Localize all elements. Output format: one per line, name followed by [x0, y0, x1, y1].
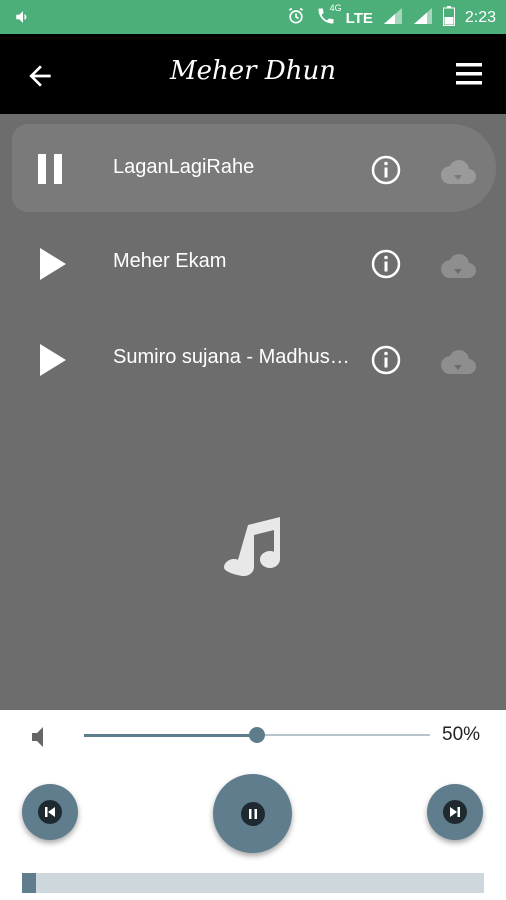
clock: 2:23	[464, 9, 496, 26]
track-title: LaganLagiRahe	[113, 156, 255, 178]
next-button[interactable]	[427, 784, 483, 840]
app-title: Meher Dhun	[170, 56, 336, 86]
track-list: LaganLagiRahe Meher Ekam Sumiro sujana -…	[0, 114, 506, 709]
track-progress-bar[interactable]	[22, 873, 484, 893]
cloud-download-icon	[441, 254, 476, 278]
play-icon	[40, 344, 66, 376]
track-title: Meher Ekam	[113, 250, 227, 272]
volume-status-icon	[14, 11, 32, 30]
skip-previous-icon	[38, 800, 62, 824]
volume-thumb[interactable]	[249, 727, 265, 743]
download-button[interactable]	[440, 348, 476, 374]
play-button[interactable]	[28, 338, 72, 382]
skip-next-icon	[443, 800, 467, 824]
cloud-download-icon	[441, 350, 476, 374]
info-icon	[371, 345, 401, 375]
play-button[interactable]	[28, 242, 72, 286]
track-row-meher-ekam[interactable]: Meher Ekam	[0, 218, 506, 306]
lte-label: LTE	[345, 9, 373, 27]
volume-slider[interactable]	[84, 727, 430, 743]
previous-button[interactable]	[22, 784, 78, 840]
track-info-button[interactable]	[370, 154, 402, 186]
info-icon	[371, 249, 401, 279]
status-bar: 4G LTE 2:23	[0, 0, 506, 34]
player-panel: 50%	[0, 710, 506, 900]
track-row-sumiro-sujana[interactable]: Sumiro sujana - Madhusudan Ji	[0, 314, 506, 402]
download-button[interactable]	[440, 252, 476, 278]
track-progress-fill	[22, 873, 36, 893]
call-icon: 4G	[316, 3, 342, 30]
volume-fill	[84, 734, 257, 737]
track-title: Sumiro sujana - Madhusudan Ji	[113, 346, 358, 368]
track-row-lagan-lagi-rahe[interactable]: LaganLagiRahe	[12, 124, 496, 212]
play-icon	[40, 248, 66, 280]
alarm-icon	[286, 6, 306, 30]
hamburger-menu-icon	[456, 63, 482, 85]
signal-icon	[383, 7, 403, 29]
info-icon	[371, 155, 401, 185]
app-bar: Meher Dhun	[0, 34, 506, 114]
menu-button[interactable]	[454, 60, 484, 88]
music-note-icon	[224, 517, 280, 577]
pause-button[interactable]	[28, 148, 72, 192]
track-info-button[interactable]	[370, 248, 402, 280]
pause-icon	[38, 154, 62, 184]
pause-circle-icon	[240, 801, 265, 826]
volume-icon[interactable]	[30, 726, 52, 748]
track-info-button[interactable]	[370, 344, 402, 376]
signal-icon-2	[413, 7, 433, 29]
cloud-download-icon	[441, 160, 476, 184]
volume-percent: 50%	[442, 724, 481, 745]
download-button[interactable]	[440, 158, 476, 184]
play-pause-button[interactable]	[213, 774, 292, 853]
battery-icon	[442, 6, 455, 30]
network-4g-label: 4G	[329, 3, 342, 13]
